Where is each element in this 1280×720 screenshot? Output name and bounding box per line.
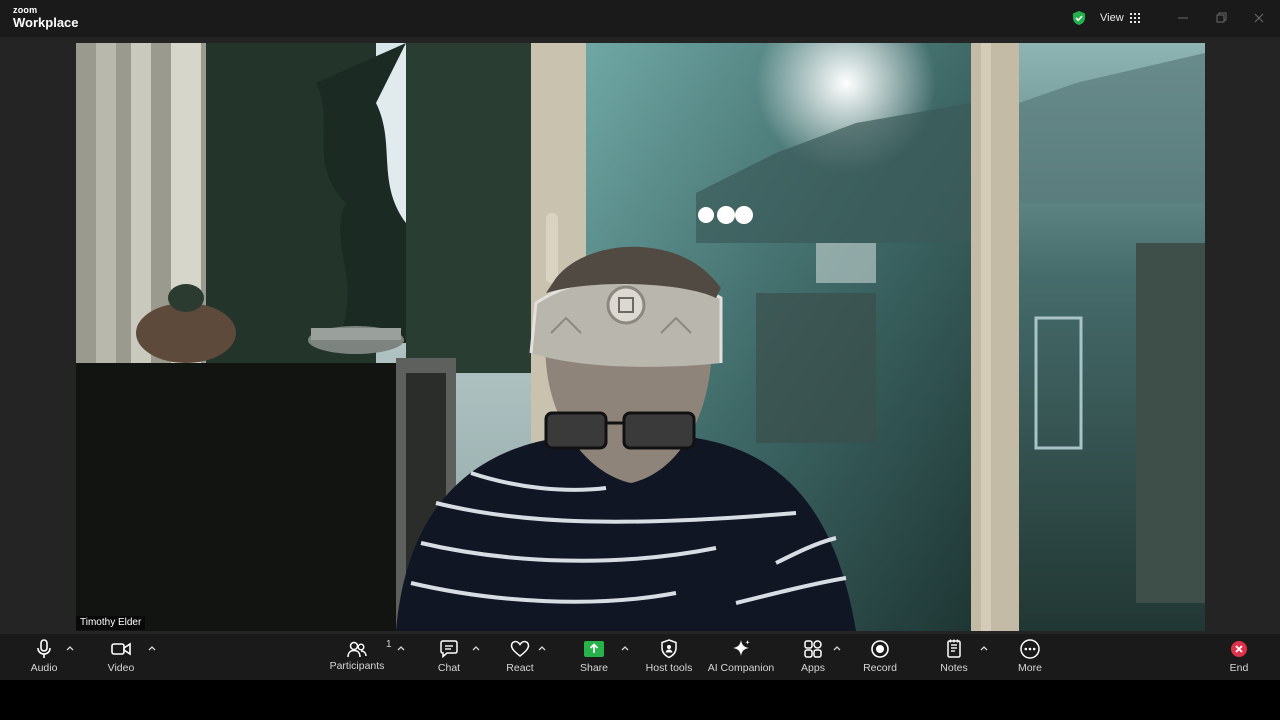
audio-label: Audio bbox=[30, 662, 58, 674]
audio-button[interactable]: Audio bbox=[24, 634, 64, 680]
chat-bubble-icon bbox=[440, 640, 458, 659]
more-label: More bbox=[1018, 662, 1042, 674]
video-label: Video bbox=[107, 662, 135, 674]
zoom-workplace-logo: zoom Workplace bbox=[13, 5, 79, 30]
shield-icon bbox=[661, 639, 677, 659]
react-button[interactable]: React bbox=[500, 634, 540, 680]
share-arrow-icon bbox=[584, 641, 604, 657]
microphone-icon bbox=[37, 639, 51, 658]
view-label: View bbox=[1100, 12, 1124, 24]
title-bar: zoom Workplace View bbox=[0, 0, 1280, 37]
notes-label: Notes bbox=[940, 662, 968, 674]
end-close-icon bbox=[1231, 641, 1247, 657]
end-meeting-button[interactable]: End bbox=[1219, 634, 1259, 680]
heart-icon bbox=[510, 640, 530, 657]
close-icon bbox=[1254, 13, 1264, 23]
apps-button[interactable]: Apps bbox=[793, 634, 833, 680]
ai-companion-label: AI Companion bbox=[707, 662, 775, 674]
record-icon bbox=[871, 640, 889, 658]
react-options-chevron-up-icon[interactable] bbox=[537, 644, 547, 654]
meeting-stage: Timothy Elder bbox=[0, 37, 1280, 634]
grid-icon bbox=[1129, 13, 1140, 23]
participants-label: Participants bbox=[329, 660, 385, 672]
record-label: Record bbox=[863, 662, 897, 674]
view-button[interactable]: View bbox=[1100, 10, 1140, 26]
end-label: End bbox=[1229, 662, 1249, 674]
participants-button[interactable]: 1 Participants bbox=[326, 634, 392, 680]
participants-count-badge: 1 bbox=[386, 639, 392, 650]
apps-icon bbox=[804, 640, 822, 658]
meeting-controls-toolbar: Audio Video 1 Participants Chat React Sh… bbox=[0, 634, 1280, 680]
record-button[interactable]: Record bbox=[860, 634, 900, 680]
participant-video[interactable] bbox=[76, 43, 1205, 631]
notes-button[interactable]: Notes bbox=[934, 634, 974, 680]
restore-icon bbox=[1216, 12, 1227, 23]
react-label: React bbox=[506, 662, 534, 674]
minimize-icon bbox=[1178, 17, 1188, 19]
sparkle-icon bbox=[733, 640, 750, 656]
participants-icon bbox=[347, 641, 367, 658]
video-frame-image bbox=[76, 43, 1205, 631]
video-options-chevron-up-icon[interactable] bbox=[147, 644, 157, 654]
bottom-letterbox bbox=[0, 680, 1280, 720]
video-camera-icon bbox=[111, 642, 131, 656]
host-tools-label: Host tools bbox=[645, 662, 693, 674]
share-options-chevron-up-icon[interactable] bbox=[620, 644, 630, 654]
share-screen-button[interactable]: Share bbox=[574, 634, 614, 680]
ai-companion-button[interactable]: AI Companion bbox=[704, 634, 778, 680]
notes-options-chevron-up-icon[interactable] bbox=[979, 644, 989, 654]
brand-zoom-text: zoom bbox=[13, 5, 38, 15]
close-window-button[interactable] bbox=[1250, 9, 1268, 27]
share-label: Share bbox=[579, 662, 609, 674]
chat-label: Chat bbox=[437, 662, 461, 674]
chat-button[interactable]: Chat bbox=[429, 634, 469, 680]
more-button[interactable]: More bbox=[1010, 634, 1050, 680]
video-button[interactable]: Video bbox=[101, 634, 141, 680]
encryption-shield-icon[interactable] bbox=[1071, 10, 1087, 26]
notes-icon bbox=[947, 639, 961, 658]
brand-workplace-text: Workplace bbox=[13, 15, 79, 30]
audio-options-chevron-up-icon[interactable] bbox=[65, 644, 75, 654]
apps-label: Apps bbox=[801, 662, 825, 674]
minimize-window-button[interactable] bbox=[1174, 9, 1192, 27]
apps-options-chevron-up-icon[interactable] bbox=[832, 644, 842, 654]
participants-options-chevron-up-icon[interactable] bbox=[396, 644, 406, 654]
participant-name-tag: Timothy Elder bbox=[76, 616, 146, 630]
chat-options-chevron-up-icon[interactable] bbox=[471, 644, 481, 654]
restore-window-button[interactable] bbox=[1212, 9, 1230, 27]
host-tools-button[interactable]: Host tools bbox=[641, 634, 697, 680]
more-options-icon bbox=[1020, 639, 1040, 659]
